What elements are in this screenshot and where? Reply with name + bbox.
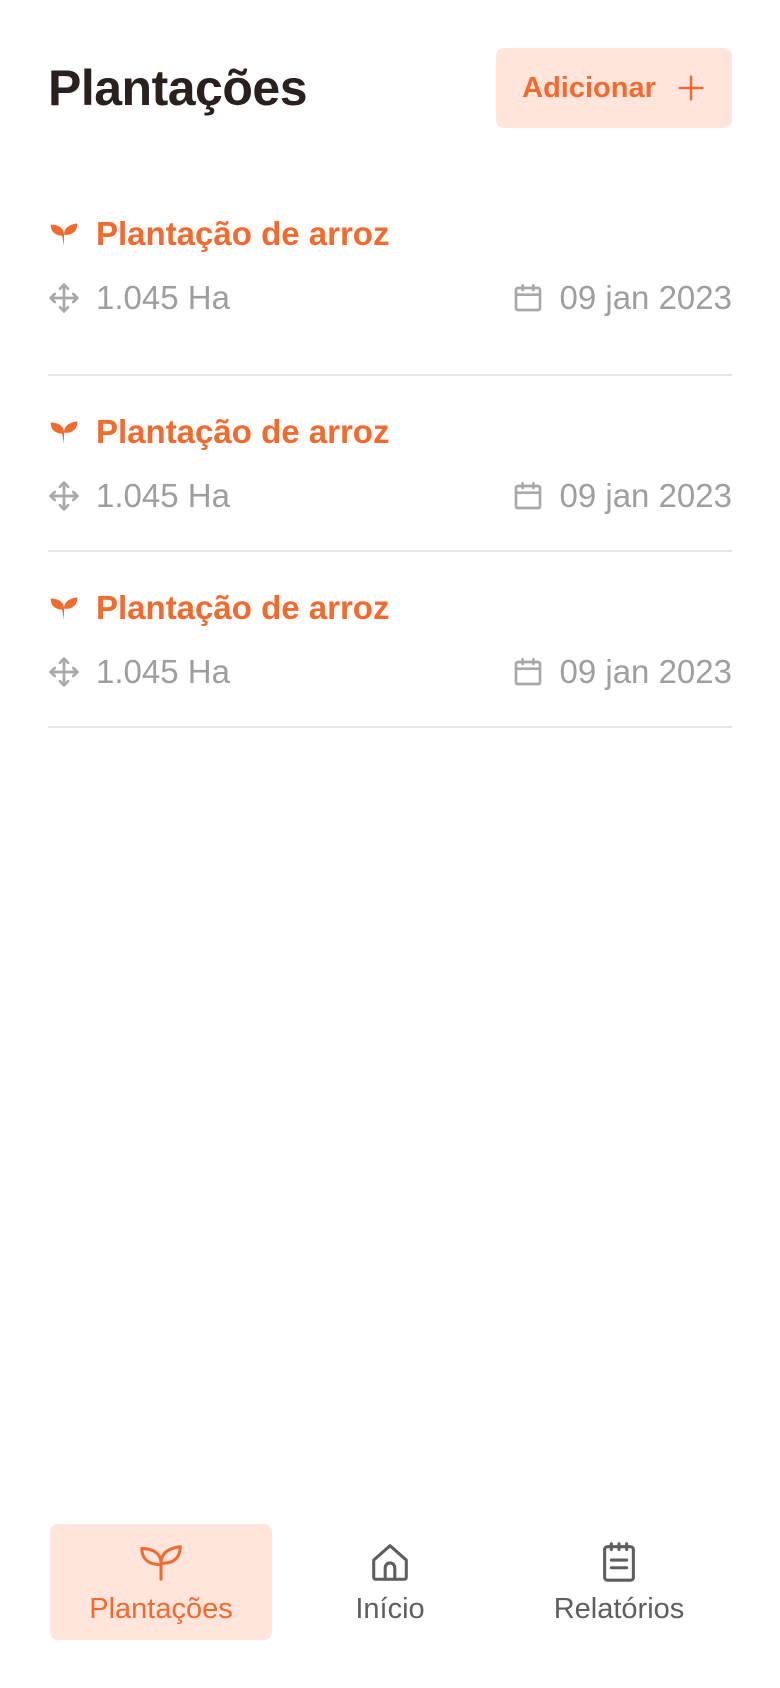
plantations-screen: Plantações Adicionar Plantação de arroz <box>0 0 780 1688</box>
item-area: 1.045 Ha <box>48 279 230 317</box>
sprout-icon <box>50 597 78 620</box>
item-area: 1.045 Ha <box>48 477 230 515</box>
item-area: 1.045 Ha <box>48 653 230 691</box>
item-meta: 1.045 Ha 09 jan 2023 <box>48 278 732 318</box>
plantation-list: Plantação de arroz 1.045 Ha 09 jan 2023 … <box>48 200 732 728</box>
item-meta: 1.045 Ha 09 jan 2023 <box>48 652 732 692</box>
nav-item-relatorios[interactable]: Relatórios <box>508 1524 730 1640</box>
item-title: Plantação de arroz <box>48 588 732 628</box>
date-value: 09 jan 2023 <box>559 477 733 514</box>
home-icon <box>372 1543 408 1581</box>
add-button-label: Adicionar <box>522 71 656 104</box>
item-name: Plantação de arroz <box>96 413 390 450</box>
header: Plantações Adicionar <box>48 48 732 128</box>
date-value: 09 jan 2023 <box>559 279 733 316</box>
item-title: Plantação de arroz <box>48 214 732 254</box>
calendar-icon <box>514 658 541 686</box>
calendar-icon <box>514 284 541 312</box>
calendar-icon <box>514 482 541 510</box>
area-value: 1.045 Ha <box>96 279 230 316</box>
page-title: Plantações <box>48 60 308 116</box>
sprout-icon <box>50 223 78 246</box>
nav-item-plantacoes[interactable]: Plantações <box>50 1524 272 1640</box>
move-arrows-icon <box>49 481 79 511</box>
bottom-nav: Plantações Início Relatórios <box>0 1524 780 1644</box>
date-value: 09 jan 2023 <box>559 653 733 690</box>
sprout-icon <box>140 1544 182 1581</box>
nav-label: Relatórios <box>553 1592 685 1625</box>
item-date: 09 jan 2023 <box>512 653 733 691</box>
item-title: Plantação de arroz <box>48 412 732 452</box>
move-arrows-icon <box>49 283 79 313</box>
plus-icon <box>678 75 704 101</box>
nav-item-inicio[interactable]: Início <box>279 1524 501 1640</box>
item-name: Plantação de arroz <box>96 589 390 626</box>
move-arrows-icon <box>49 657 79 687</box>
add-button[interactable]: Adicionar <box>496 48 732 128</box>
item-date: 09 jan 2023 <box>512 477 733 515</box>
item-date: 09 jan 2023 <box>512 279 733 317</box>
sprout-icon <box>50 421 78 444</box>
nav-label: Plantações <box>89 1592 233 1625</box>
list-item[interactable]: Plantação de arroz 1.045 Ha 09 jan 2023 <box>48 376 732 552</box>
list-item[interactable]: Plantação de arroz 1.045 Ha 09 jan 2023 <box>48 552 732 728</box>
list-item[interactable]: Plantação de arroz 1.045 Ha 09 jan 2023 <box>48 200 732 376</box>
area-value: 1.045 Ha <box>96 477 230 514</box>
item-meta: 1.045 Ha 09 jan 2023 <box>48 476 732 516</box>
clipboard-icon <box>603 1541 635 1582</box>
area-value: 1.045 Ha <box>96 653 230 690</box>
item-name: Plantação de arroz <box>96 215 390 252</box>
nav-label: Início <box>355 1592 425 1625</box>
